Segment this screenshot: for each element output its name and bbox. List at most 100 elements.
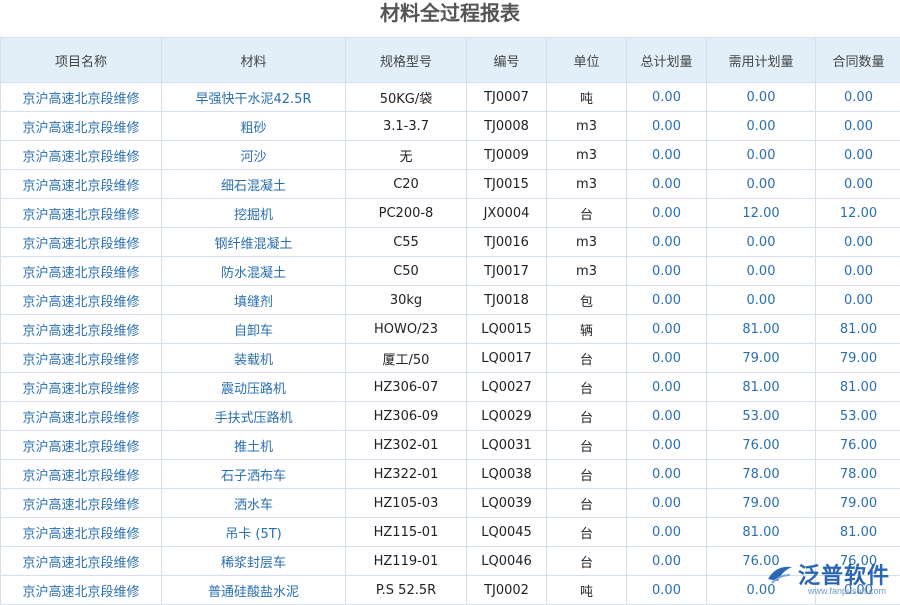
cell-spec: HZ322-01 bbox=[346, 460, 467, 489]
cell-spec: PC200-8 bbox=[346, 199, 467, 228]
table-row[interactable]: 京沪高速北京段维修填缝剂30kgTJ0018包0.000.000.00 bbox=[1, 286, 900, 315]
cell-material[interactable]: 震动压路机 bbox=[162, 373, 346, 402]
cell-project[interactable]: 京沪高速北京段维修 bbox=[1, 315, 162, 344]
table-row[interactable]: 京沪高速北京段维修石子洒布车HZ322-01LQ0038台0.0078.0078… bbox=[1, 460, 900, 489]
cell-unit: 台 bbox=[547, 489, 627, 518]
table-row[interactable]: 京沪高速北京段维修钢纤维混凝土C55TJ0016m30.000.000.00 bbox=[1, 228, 900, 257]
cell-demand-plan: 81.00 bbox=[707, 315, 816, 344]
cell-total-plan: 0.00 bbox=[627, 199, 707, 228]
cell-project[interactable]: 京沪高速北京段维修 bbox=[1, 344, 162, 373]
cell-unit: 台 bbox=[547, 344, 627, 373]
cell-project[interactable]: 京沪高速北京段维修 bbox=[1, 83, 162, 112]
cell-project[interactable]: 京沪高速北京段维修 bbox=[1, 402, 162, 431]
cell-demand-plan: 53.00 bbox=[707, 402, 816, 431]
cell-unit: 台 bbox=[547, 547, 627, 576]
column-header-material[interactable]: 材料 bbox=[162, 38, 346, 83]
cell-material[interactable]: 早强快干水泥42.5R bbox=[162, 83, 346, 112]
cell-project[interactable]: 京沪高速北京段维修 bbox=[1, 141, 162, 170]
cell-material[interactable]: 细石混凝土 bbox=[162, 170, 346, 199]
table-row[interactable]: 京沪高速北京段维修河沙无TJ0009m30.000.000.00 bbox=[1, 141, 900, 170]
cell-unit: 吨 bbox=[547, 576, 627, 605]
cell-code: LQ0029 bbox=[467, 402, 547, 431]
column-header-total-plan[interactable]: 总计划量 bbox=[627, 38, 707, 83]
cell-code: LQ0031 bbox=[467, 431, 547, 460]
column-header-unit[interactable]: 单位 bbox=[547, 38, 627, 83]
table-row[interactable]: 京沪高速北京段维修防水混凝土C50TJ0017m30.000.000.00 bbox=[1, 257, 900, 286]
cell-unit: m3 bbox=[547, 228, 627, 257]
table-row[interactable]: 京沪高速北京段维修装载机厦工/50LQ0017台0.0079.0079.00 bbox=[1, 344, 900, 373]
cell-material[interactable]: 普通硅酸盐水泥 bbox=[162, 576, 346, 605]
cell-material[interactable]: 防水混凝土 bbox=[162, 257, 346, 286]
table-row[interactable]: 京沪高速北京段维修早强快干水泥42.5R50KG/袋TJ0007吨0.000.0… bbox=[1, 83, 900, 112]
cell-code: TJ0015 bbox=[467, 170, 547, 199]
cell-demand-plan: 0.00 bbox=[707, 228, 816, 257]
cell-project[interactable]: 京沪高速北京段维修 bbox=[1, 228, 162, 257]
cell-material[interactable]: 石子洒布车 bbox=[162, 460, 346, 489]
cell-material[interactable]: 洒水车 bbox=[162, 489, 346, 518]
cell-project[interactable]: 京沪高速北京段维修 bbox=[1, 170, 162, 199]
cell-material[interactable]: 河沙 bbox=[162, 141, 346, 170]
cell-total-plan: 0.00 bbox=[627, 315, 707, 344]
table-row[interactable]: 京沪高速北京段维修推土机HZ302-01LQ0031台0.0076.0076.0… bbox=[1, 431, 900, 460]
cell-contract-qty: 53.00 bbox=[816, 402, 900, 431]
cell-project[interactable]: 京沪高速北京段维修 bbox=[1, 112, 162, 141]
table-row[interactable]: 京沪高速北京段维修洒水车HZ105-03LQ0039台0.0079.0079.0… bbox=[1, 489, 900, 518]
column-header-spec[interactable]: 规格型号 bbox=[346, 38, 467, 83]
cell-project[interactable]: 京沪高速北京段维修 bbox=[1, 199, 162, 228]
cell-project[interactable]: 京沪高速北京段维修 bbox=[1, 373, 162, 402]
cell-total-plan: 0.00 bbox=[627, 286, 707, 315]
cell-material[interactable]: 装载机 bbox=[162, 344, 346, 373]
cell-code: TJ0016 bbox=[467, 228, 547, 257]
cell-project[interactable]: 京沪高速北京段维修 bbox=[1, 257, 162, 286]
cell-material[interactable]: 填缝剂 bbox=[162, 286, 346, 315]
table-row[interactable]: 京沪高速北京段维修吊卡 (5T)HZ115-01LQ0045台0.0081.00… bbox=[1, 518, 900, 547]
table-row[interactable]: 京沪高速北京段维修细石混凝土C20TJ0015m30.000.000.00 bbox=[1, 170, 900, 199]
column-header-contract-qty[interactable]: 合同数量 bbox=[816, 38, 900, 83]
cell-project[interactable]: 京沪高速北京段维修 bbox=[1, 576, 162, 605]
cell-unit: 台 bbox=[547, 199, 627, 228]
cell-code: LQ0017 bbox=[467, 344, 547, 373]
cell-spec: HZ105-03 bbox=[346, 489, 467, 518]
cell-spec: HZ302-01 bbox=[346, 431, 467, 460]
cell-contract-qty: 81.00 bbox=[816, 518, 900, 547]
cell-project[interactable]: 京沪高速北京段维修 bbox=[1, 460, 162, 489]
cell-material[interactable]: 自卸车 bbox=[162, 315, 346, 344]
cell-contract-qty: 0.00 bbox=[816, 83, 900, 112]
brand-url: www.fanpusoft.com bbox=[808, 586, 886, 596]
table-row[interactable]: 京沪高速北京段维修粗砂3.1-3.7TJ0008m30.000.000.00 bbox=[1, 112, 900, 141]
brand-watermark: 泛普软件 www.fanpusoft.com bbox=[766, 558, 890, 590]
cell-unit: m3 bbox=[547, 170, 627, 199]
cell-code: TJ0018 bbox=[467, 286, 547, 315]
cell-material[interactable]: 钢纤维混凝土 bbox=[162, 228, 346, 257]
cell-material[interactable]: 推土机 bbox=[162, 431, 346, 460]
cell-material[interactable]: 稀浆封层车 bbox=[162, 547, 346, 576]
cell-unit: 台 bbox=[547, 431, 627, 460]
table-row[interactable]: 京沪高速北京段维修挖掘机PC200-8JX0004台0.0012.0012.00 bbox=[1, 199, 900, 228]
cell-total-plan: 0.00 bbox=[627, 83, 707, 112]
table-row[interactable]: 京沪高速北京段维修震动压路机HZ306-07LQ0027台0.0081.0081… bbox=[1, 373, 900, 402]
cell-total-plan: 0.00 bbox=[627, 344, 707, 373]
column-header-code[interactable]: 编号 bbox=[467, 38, 547, 83]
cell-project[interactable]: 京沪高速北京段维修 bbox=[1, 547, 162, 576]
cell-project[interactable]: 京沪高速北京段维修 bbox=[1, 489, 162, 518]
cell-material[interactable]: 吊卡 (5T) bbox=[162, 518, 346, 547]
table-row[interactable]: 京沪高速北京段维修自卸车HOWO/23LQ0015辆0.0081.0081.00 bbox=[1, 315, 900, 344]
table-row[interactable]: 京沪高速北京段维修手扶式压路机HZ306-09LQ0029台0.0053.005… bbox=[1, 402, 900, 431]
cell-material[interactable]: 挖掘机 bbox=[162, 199, 346, 228]
cell-material[interactable]: 粗砂 bbox=[162, 112, 346, 141]
cell-spec: P.S 52.5R bbox=[346, 576, 467, 605]
cell-project[interactable]: 京沪高速北京段维修 bbox=[1, 518, 162, 547]
cell-demand-plan: 81.00 bbox=[707, 373, 816, 402]
cell-spec: HZ306-07 bbox=[346, 373, 467, 402]
cell-contract-qty: 0.00 bbox=[816, 141, 900, 170]
cell-unit: 辆 bbox=[547, 315, 627, 344]
cell-total-plan: 0.00 bbox=[627, 112, 707, 141]
column-header-project[interactable]: 项目名称 bbox=[1, 38, 162, 83]
cell-code: TJ0008 bbox=[467, 112, 547, 141]
cell-project[interactable]: 京沪高速北京段维修 bbox=[1, 431, 162, 460]
cell-contract-qty: 79.00 bbox=[816, 344, 900, 373]
cell-project[interactable]: 京沪高速北京段维修 bbox=[1, 286, 162, 315]
cell-material[interactable]: 手扶式压路机 bbox=[162, 402, 346, 431]
cell-contract-qty: 0.00 bbox=[816, 257, 900, 286]
column-header-demand-plan[interactable]: 需用计划量 bbox=[707, 38, 816, 83]
